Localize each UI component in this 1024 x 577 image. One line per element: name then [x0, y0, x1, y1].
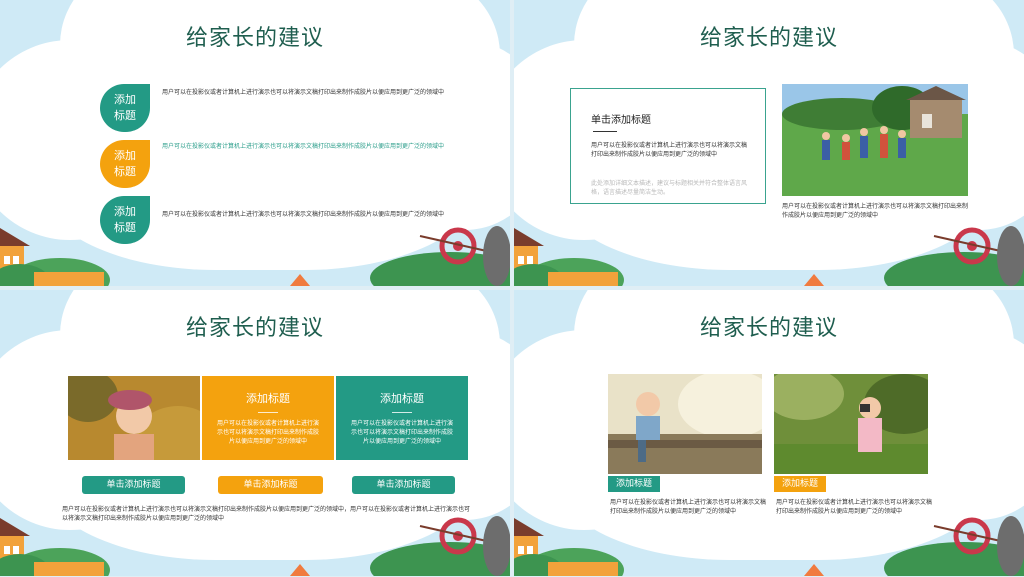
badge-text: 标题: [114, 165, 136, 178]
slide-1[interactable]: 给家长的建议 添加 标题 用户可以在投影仪或者计算机上进行演示也可以将演示文稿打…: [0, 0, 510, 286]
text-box[interactable]: 单击添加标题 用户可以在投影仪或者计算机上进行演示也可以将演示文稿打印出来制作成…: [570, 88, 766, 204]
badge-text: 添加: [114, 205, 136, 218]
kids-running-photo: [782, 84, 968, 196]
photo-description: 用户可以在投影仪或者计算机上进行演示也可以将演示文稿打印出来制作成胶片以便应用到…: [610, 499, 767, 515]
girl-photo: [68, 376, 200, 460]
title-badge[interactable]: 添加 标题: [100, 196, 150, 244]
slide-title: 给家长的建议: [185, 26, 324, 51]
playground-decoration: [514, 226, 1024, 286]
photo-tag[interactable]: 添加标题: [608, 476, 661, 492]
footer-text: 用户可以在投影仪或者计算机上进行演示也可以将演示文稿打印出来制作成胶片以便应用到…: [62, 506, 471, 522]
card-text: 用户可以在投影仪或者计算机上进行演示也可以将演示文稿打印出来制作成胶片以便应用到…: [350, 420, 453, 445]
item-description: 用户可以在投影仪或者计算机上进行演示也可以将演示文稿打印出来制作成胶片以便应用到…: [162, 211, 445, 218]
add-title-button[interactable]: 单击添加标题: [82, 476, 185, 494]
badge-text: 标题: [114, 109, 136, 122]
title-underline: [593, 131, 617, 132]
slide-title: 给家长的建议: [699, 316, 838, 341]
info-card[interactable]: 添加标题 用户可以在投影仪或者计算机上进行演示也可以将演示文稿打印出来制作成胶片…: [336, 376, 468, 460]
card-title: 添加标题: [246, 392, 290, 405]
slide-title: 给家长的建议: [699, 26, 838, 51]
title-badge[interactable]: 添加 标题: [100, 140, 150, 188]
slide-3[interactable]: 给家长的建议 添加标题 用户可以在投影仪或者计算机上进行演示也可以将演示文稿打印…: [0, 290, 510, 576]
title-badge[interactable]: 添加 标题: [100, 84, 150, 132]
photo-caption: 用户可以在投影仪或者计算机上进行演示也可以将演示文稿打印出来制作成胶片以便应用到…: [782, 203, 969, 219]
box-title: 单击添加标题: [591, 115, 651, 126]
info-card[interactable]: 添加标题 用户可以在投影仪或者计算机上进行演示也可以将演示文稿打印出来制作成胶片…: [202, 376, 334, 460]
card-text: 用户可以在投影仪或者计算机上进行演示也可以将演示文稿打印出来制作成胶片以便应用到…: [216, 420, 319, 445]
boy-on-bench-photo: [608, 374, 762, 474]
playground-decoration: [514, 516, 1024, 576]
item-description: 用户可以在投影仪或者计算机上进行演示也可以将演示文稿打印出来制作成胶片以便应用到…: [162, 89, 445, 96]
slide-2[interactable]: 给家长的建议 单击添加标题 用户可以在投影仪或者计算机上进行演示也可以将演示文稿…: [514, 0, 1024, 286]
box-text: 用户可以在投影仪或者计算机上进行演示也可以将演示文稿打印出来制作成胶片以便应用到…: [591, 142, 748, 158]
add-title-button[interactable]: 单击添加标题: [352, 476, 455, 494]
item-description: 用户可以在投影仪或者计算机上进行演示也可以将演示文稿打印出来制作成胶片以便应用到…: [162, 143, 445, 150]
girl-with-camera-photo: [774, 374, 928, 474]
add-title-button[interactable]: 单击添加标题: [218, 476, 323, 494]
photo-description: 用户可以在投影仪或者计算机上进行演示也可以将演示文稿打印出来制作成胶片以便应用到…: [776, 499, 933, 515]
playground-decoration: [0, 226, 510, 286]
badge-text: 标题: [114, 221, 136, 234]
slide-grid: 给家长的建议 添加 标题 用户可以在投影仪或者计算机上进行演示也可以将演示文稿打…: [0, 0, 1024, 577]
badge-text: 添加: [114, 149, 136, 162]
slide-4[interactable]: 给家长的建议 添加标题 添加标题 用户可以在投影仪或者计算机上进行演示也可以将演…: [514, 290, 1024, 576]
card-title: 添加标题: [380, 392, 424, 405]
badge-text: 添加: [114, 93, 136, 106]
box-note: 此处添加详细文本描述，建议与标题相关并符合整体语言风格，语言描述尽量简洁生动。: [591, 180, 748, 196]
slide-title: 给家长的建议: [185, 316, 324, 341]
photo-tag[interactable]: 添加标题: [774, 476, 827, 492]
